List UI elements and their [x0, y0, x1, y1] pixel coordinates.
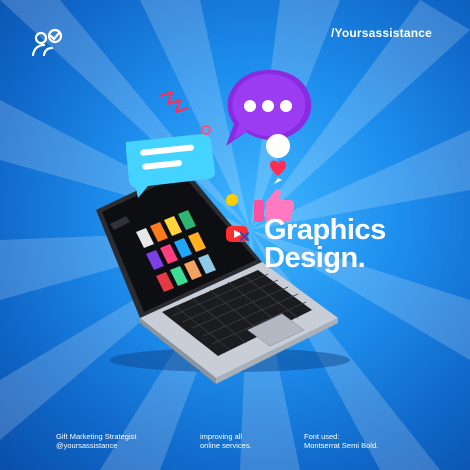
footer-font-label: Font used:	[304, 432, 340, 441]
headline: Graphics Design.	[264, 214, 386, 274]
illustration	[96, 69, 350, 384]
footer-font: Font used: Montserrat Semi Bold.	[304, 432, 378, 450]
footer-tagline-line-2: online services.	[200, 441, 252, 450]
footer-tagline: improving all online services.	[200, 432, 252, 450]
chat-bubble-icon	[226, 69, 312, 146]
headline-line-2: Design.	[264, 242, 366, 274]
footer-author-handle: @yoursassistance	[56, 441, 118, 450]
footer-font-name: Montserrat Semi Bold.	[304, 441, 379, 450]
yellow-dot-decoration	[226, 194, 238, 206]
footer-tagline-line-1: improving all	[200, 432, 243, 441]
zigzag-decoration	[159, 90, 189, 114]
headline-line-1: Graphics	[264, 214, 386, 246]
footer-author: Gift Marketing Strategist @yoursassistan…	[56, 432, 136, 450]
ring-decoration	[201, 125, 211, 135]
play-icon	[226, 226, 248, 242]
poster-card: /Yoursassistance Graphics Design. Gift M…	[0, 0, 470, 470]
heart-icon	[266, 134, 291, 184]
footer-author-role: Gift Marketing Strategist	[56, 432, 137, 441]
